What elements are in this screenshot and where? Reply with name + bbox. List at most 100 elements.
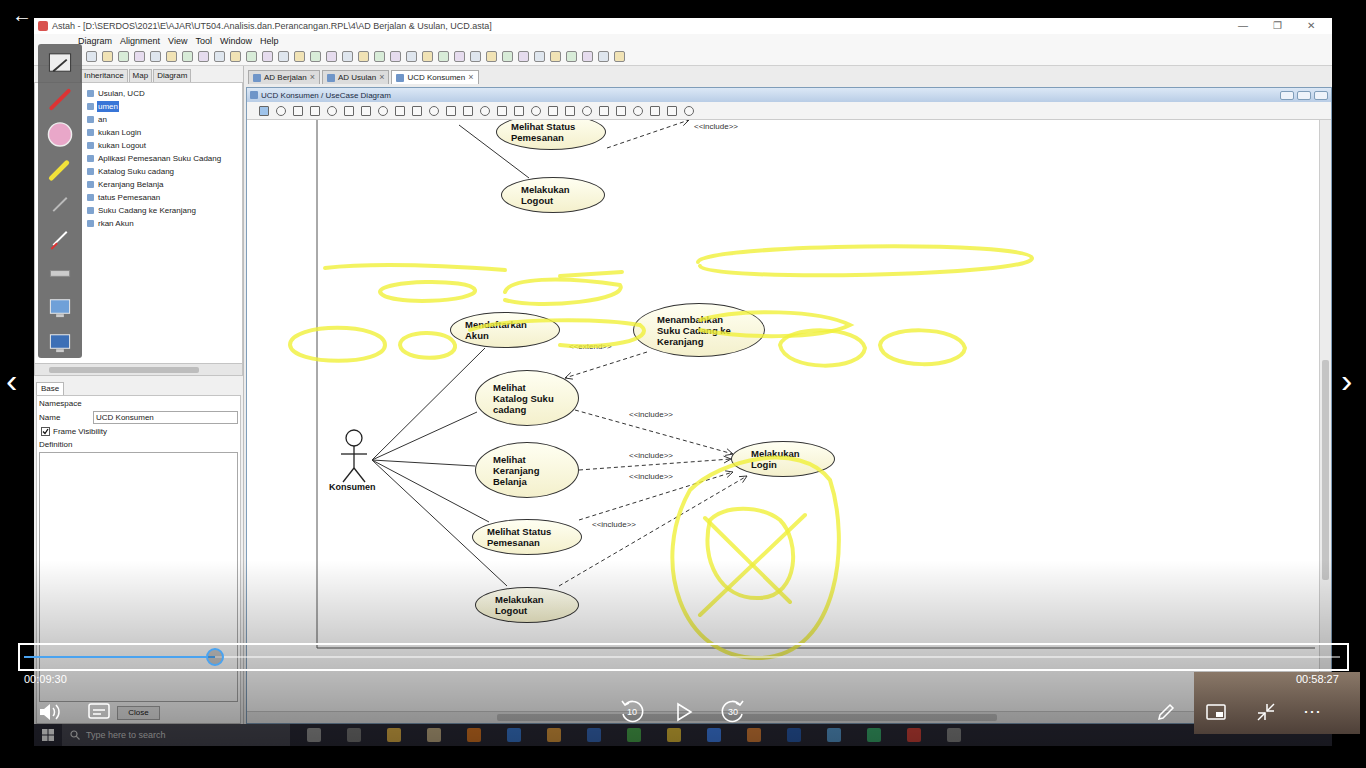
taskbar-app-icon[interactable] [307,728,321,742]
tool-icon[interactable] [566,51,577,62]
diagram-tool-icon[interactable] [480,106,490,116]
editor-tab[interactable]: UCD Konsumen× [391,70,478,84]
diagram-tool-icon[interactable] [599,106,609,116]
diagram-tool-icon[interactable] [582,106,592,116]
window-button[interactable] [1314,91,1328,100]
tree-scrollbar[interactable] [34,364,243,376]
use-case[interactable]: Mendaftarkan Akun [450,312,560,348]
taskbar-app-icon[interactable] [747,728,761,742]
rewind-button[interactable]: 10 [617,697,647,727]
tool-icon[interactable] [118,51,129,62]
play-button[interactable] [672,701,694,723]
editor-tab[interactable]: AD Usulan× [322,70,390,84]
diagram-tool-icon[interactable] [463,106,473,116]
tool-icon[interactable] [102,51,113,62]
tree-item-label[interactable]: kukan Logout [97,140,147,151]
taskbar-app-icon[interactable] [587,728,601,742]
window-control[interactable]: — [1228,20,1258,32]
tool-icon[interactable] [422,51,433,62]
tree-item-label[interactable]: Usulan, UCD [97,88,146,99]
taskbar-app-icon[interactable] [667,728,681,742]
taskbar-app-icon[interactable] [707,728,721,742]
tree-item[interactable]: tatus Pemesanan [87,191,242,204]
tree-item[interactable]: rkan Akun [87,217,242,230]
tool-icon[interactable] [614,51,625,62]
pointer-icon[interactable] [45,190,75,219]
eraser-icon[interactable] [45,120,75,149]
next-button[interactable]: › [1341,360,1352,400]
volume-button[interactable] [37,701,61,723]
tool-icon[interactable] [214,51,225,62]
diagram-tool-icon[interactable] [429,106,439,116]
tree-item-label[interactable]: tatus Pemesanan [97,192,161,203]
tree-item-label[interactable]: an [97,114,108,125]
diagram-tool-icon[interactable] [684,106,694,116]
diagram-tool-icon[interactable] [446,106,456,116]
taskbar-app-icon[interactable] [347,728,361,742]
use-case-label[interactable]: Melakukan Login [751,448,815,470]
tool-icon[interactable] [454,51,465,62]
use-case-label[interactable]: Melihat Katalog Suku cadang [493,382,561,415]
use-case-label[interactable]: Melakukan Logout [521,184,585,206]
diagram-tool-icon[interactable] [327,106,337,116]
tool-icon[interactable] [198,51,209,62]
diagram-tool-icon[interactable] [395,106,405,116]
tree-item[interactable]: umen [87,100,242,113]
tool-icon[interactable] [182,51,193,62]
tool-icon[interactable] [534,51,545,62]
editor-tab-label[interactable]: AD Berjalan [264,72,307,83]
tool-icon[interactable] [166,51,177,62]
tree-item[interactable]: Usulan, UCD [87,87,242,100]
diagram-tool-icon[interactable] [667,106,677,116]
taskbar-search[interactable]: Type here to search [62,724,290,746]
tool-icon[interactable] [486,51,497,62]
taskbar-app-icon[interactable] [627,728,641,742]
tool-icon[interactable] [246,51,257,62]
scroll-thumb[interactable] [49,367,199,373]
monitor-icon[interactable] [45,329,75,358]
tool-icon[interactable] [326,51,337,62]
use-case[interactable]: Melakukan Logout [501,177,605,213]
mini-player-button[interactable] [1205,701,1227,723]
menu-item[interactable]: Help [260,35,279,47]
marker-icon[interactable] [45,224,75,253]
diagram-tool-icon[interactable] [514,106,524,116]
more-button[interactable]: ⋯ [1303,700,1321,722]
window-button[interactable] [1297,91,1311,100]
panel-tab[interactable]: Inheritance [80,69,128,82]
tool-icon[interactable] [358,51,369,62]
use-case-label[interactable]: Melihat Status Pemesanan [511,121,591,143]
taskbar-app-icon[interactable] [467,728,481,742]
panel-tab[interactable]: Diagram [153,69,191,82]
diagram-tool-icon[interactable] [497,106,507,116]
taskbar-app-icon[interactable] [507,728,521,742]
close-button[interactable]: Close [117,706,159,720]
frame-visibility-checkbox[interactable] [41,427,50,436]
vertical-scrollbar[interactable] [1319,120,1331,711]
tree-item-label[interactable]: rkan Akun [97,218,135,229]
tree-item-label[interactable]: Keranjang Belanja [97,179,164,190]
editor-tab-label[interactable]: AD Usulan [338,72,376,83]
tree-item[interactable]: kukan Login [87,126,242,139]
tool-icon[interactable] [230,51,241,62]
use-case-label[interactable]: Menambahkan Suku Cadang ke Keranjang [657,314,741,347]
panel-tab[interactable]: Map [129,69,153,82]
actor-label[interactable]: Konsumen [329,482,376,493]
use-case[interactable]: Menambahkan Suku Cadang ke Keranjang [633,303,765,357]
diagram-tool-icon[interactable] [616,106,626,116]
tool-icon[interactable] [390,51,401,62]
tree-item[interactable]: Suku Cadang ke Keranjang [87,204,242,217]
window-button[interactable] [1280,91,1294,100]
tree-item-label[interactable]: Katalog Suku cadang [97,166,175,177]
use-case-label[interactable]: Melihat Status Pemesanan [487,526,567,548]
diagram-tool-icon[interactable] [259,106,269,116]
search-placeholder[interactable]: Type here to search [86,729,166,741]
exit-fullscreen-button[interactable] [1255,701,1277,723]
captions-button[interactable] [87,701,111,723]
tool-icon[interactable] [598,51,609,62]
tool-icon[interactable] [310,51,321,62]
tool-icon[interactable] [406,51,417,62]
name-value[interactable]: UCD Konsumen [96,412,154,423]
use-case-label[interactable]: Melakukan Logout [495,594,559,616]
red-pen-icon[interactable] [45,85,75,114]
